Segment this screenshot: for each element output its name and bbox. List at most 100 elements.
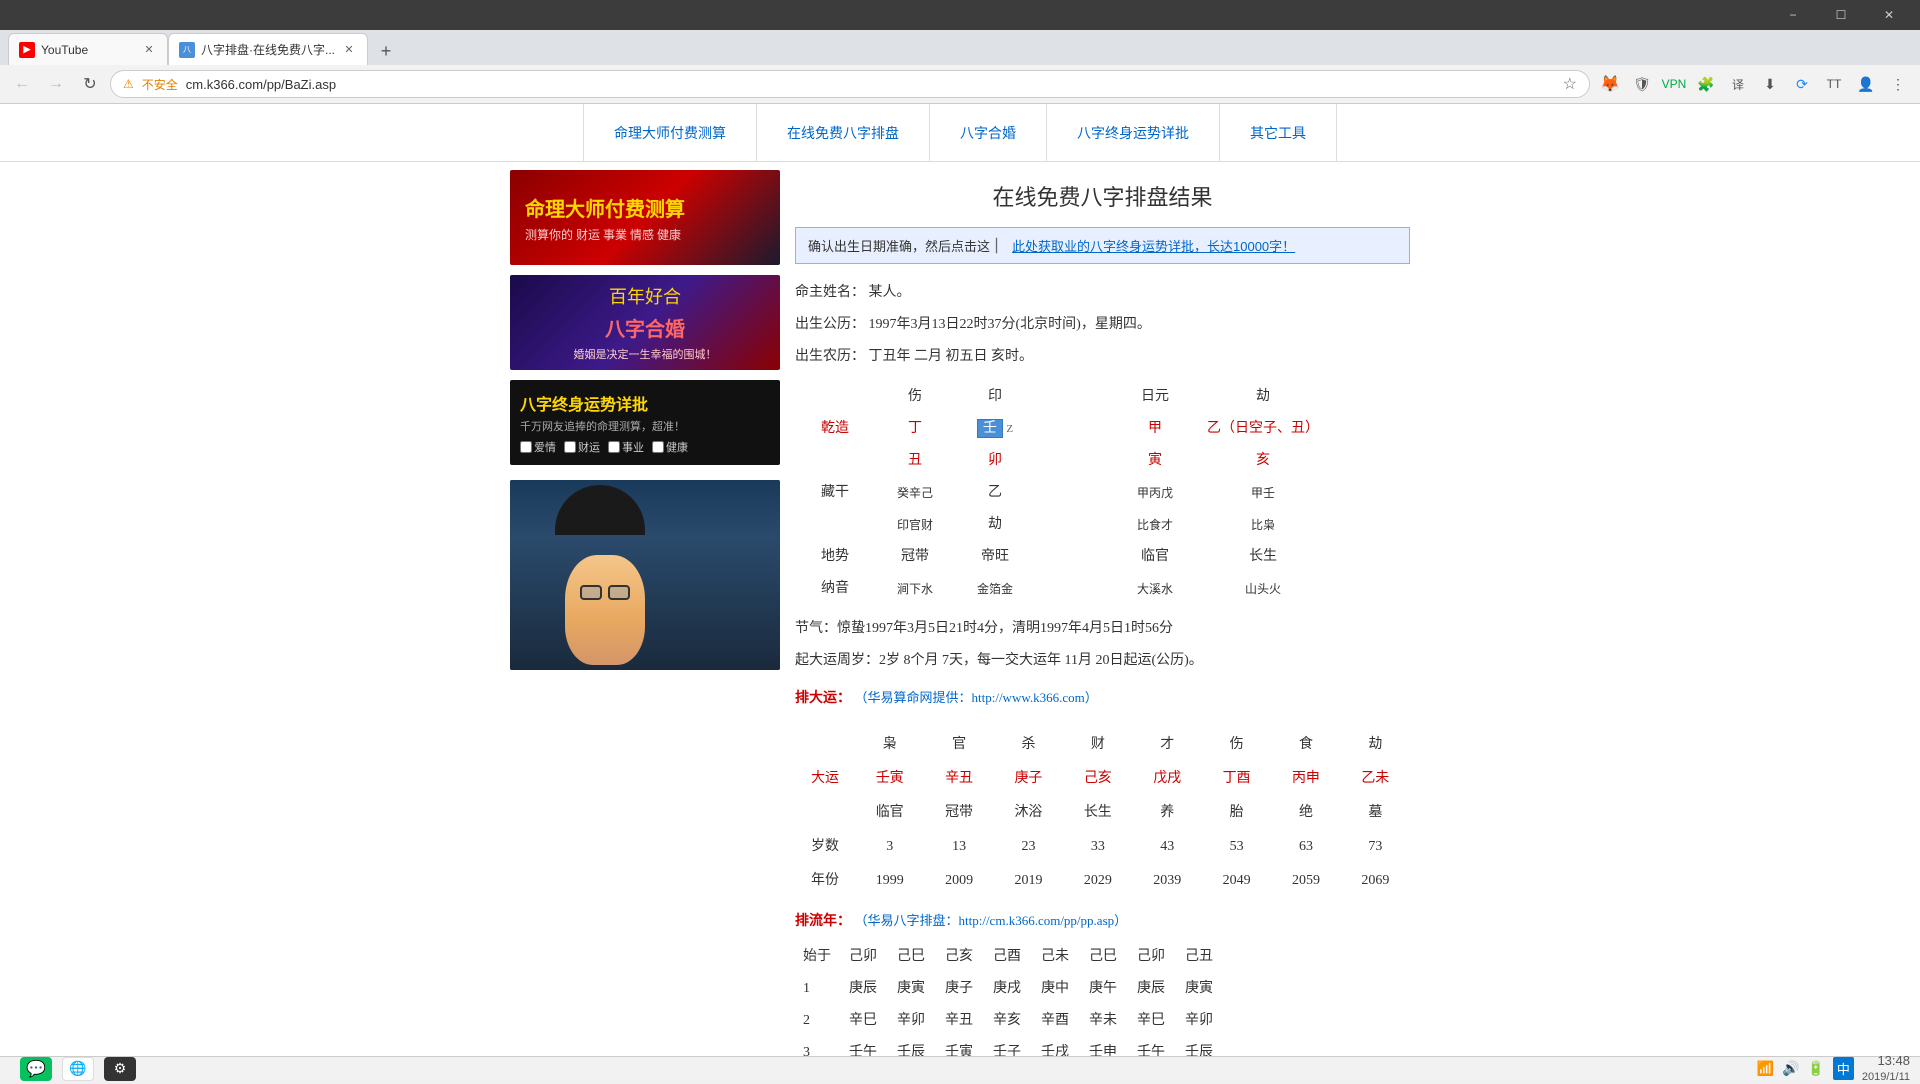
user-icon[interactable]: 👤	[1852, 70, 1880, 98]
wechat-icon[interactable]: 💬	[20, 1057, 52, 1081]
dayun-h4: 财	[1063, 728, 1132, 762]
liunian-r2-7: 辛巳	[1127, 1005, 1175, 1037]
sync-icon[interactable]: ⟳	[1788, 70, 1816, 98]
liunian-r1-num: 1	[795, 973, 839, 1005]
dayun-s7: 绝	[1271, 796, 1340, 830]
bazi-dizhi-empty	[795, 445, 875, 477]
suishu-5: 43	[1133, 830, 1202, 864]
paida-link[interactable]: （华易算命网提供：http://www.k366.com）	[855, 690, 1098, 705]
network-icon: 📶	[1757, 1060, 1774, 1077]
webcam-view	[510, 480, 780, 670]
dayun-v1: 壬寅	[855, 762, 924, 796]
shizhu-4: 己酉	[983, 941, 1031, 973]
nianfen-8: 2069	[1341, 864, 1410, 898]
lang-indicator[interactable]: 中	[1833, 1057, 1854, 1080]
bazi-dz1: 丑	[875, 445, 955, 477]
site-nav-item-4[interactable]: 八字终身运势详批	[1047, 104, 1220, 162]
secure-label: 不安全	[142, 76, 178, 93]
confirm-banner: 确认出生日期准确，然后点击这 ▏ 此处获取业的八字终身运势详批，长达10000字…	[795, 227, 1410, 264]
ad3-check-health[interactable]: 健康	[652, 439, 688, 455]
tab-youtube-close[interactable]: ✕	[141, 42, 157, 58]
webcam-face	[565, 555, 645, 665]
paida-label: 排大运：	[795, 691, 851, 706]
ad2-sub: 八字合婚	[605, 313, 685, 342]
paida-section: 排大运： （华易算命网提供：http://www.k366.com）	[795, 685, 1410, 713]
bazi-tg1: 丁	[875, 413, 955, 445]
reload-button[interactable]: ↻	[76, 70, 104, 98]
dishe-5: 长生	[1195, 541, 1331, 573]
liunian-r2-1: 辛巳	[839, 1005, 887, 1037]
dayun-status-row: 临官 冠带 沐浴 长生 养 胎 绝 墓	[795, 796, 1410, 830]
suishu-7: 63	[1271, 830, 1340, 864]
nayin-empty	[1035, 573, 1115, 605]
back-button[interactable]: ←	[8, 70, 36, 98]
name-value: 某人。	[869, 285, 911, 300]
confirm-link[interactable]: 此处获取业的八字终身运势详批，长达10000字！	[1012, 236, 1295, 255]
solar-label: 出生公历：	[795, 317, 865, 332]
ad3-check-love[interactable]: 爱情	[520, 439, 556, 455]
dayun-v8: 乙未	[1341, 762, 1410, 796]
bazi-h5: 劫	[1195, 381, 1331, 413]
dayun-s2: 冠带	[924, 796, 993, 830]
ad-banner-3[interactable]: 八字终身运势详批 千万网友追捧的命理测算，超准！ 爱情 财运 事业 健康	[510, 380, 780, 465]
shishen-empty2	[1035, 509, 1115, 541]
liunian-r3-8: 壬辰	[1175, 1037, 1223, 1056]
ad3-check-career[interactable]: 事业	[608, 439, 644, 455]
browser-frame: − ☐ ✕ ▶ YouTube ✕ 八 八字排盘·在线免费八字... ✕ + ←…	[0, 0, 1920, 1080]
nianfen-2: 2009	[924, 864, 993, 898]
translate-icon[interactable]: 译	[1724, 70, 1752, 98]
maximize-button[interactable]: ☐	[1818, 0, 1864, 30]
page-title: 在线免费八字排盘结果	[795, 180, 1410, 212]
suishu-label: 岁数	[795, 830, 855, 864]
nav-bar: ← → ↻ ⚠ 不安全 cm.k366.com/pp/BaZi.asp ☆ 🦊 …	[0, 65, 1920, 104]
ad-banner-2[interactable]: 百年好合 八字合婚 婚姻是决定一生幸福的围城！	[510, 275, 780, 370]
bazi-tg2: 壬 Z	[955, 413, 1035, 445]
dayun-header-row: 枭 官 杀 财 才 伤 食 劫	[795, 728, 1410, 762]
chrome-icon[interactable]: 🌐	[62, 1057, 94, 1081]
ad3-check-wealth[interactable]: 财运	[564, 439, 600, 455]
new-tab-button[interactable]: +	[372, 37, 400, 65]
forward-button[interactable]: →	[42, 70, 70, 98]
close-button[interactable]: ✕	[1866, 0, 1912, 30]
dayun-spad	[795, 796, 855, 830]
site-nav-item-3[interactable]: 八字合婚	[930, 104, 1047, 162]
tab-bazi-label: 八字排盘·在线免费八字...	[201, 41, 335, 58]
liunian-r2-2: 辛卯	[887, 1005, 935, 1037]
nianfen-4: 2029	[1063, 864, 1132, 898]
tab-bazi-close[interactable]: ✕	[341, 42, 357, 58]
shield-icon[interactable]: 🛡	[1628, 70, 1656, 98]
minimize-button[interactable]: −	[1770, 0, 1816, 30]
bookmark-icon[interactable]: ☆	[1563, 74, 1577, 94]
puzzle-icon[interactable]: 🧩	[1692, 70, 1720, 98]
shizhu-row: 始于 己卯 己巳 己亥 己酉 己未 己巳 己卯 己丑	[795, 941, 1223, 973]
dayun-values-row: 大运 壬寅 辛丑 庚子 己亥 戊戌 丁酉 丙申 乙未	[795, 762, 1410, 796]
canggan-empty	[1035, 477, 1115, 509]
dishe-1: 冠带	[875, 541, 955, 573]
extensions-icon[interactable]: 🦊	[1596, 70, 1624, 98]
time-display: 13:48	[1862, 1053, 1910, 1070]
address-bar[interactable]: ⚠ 不安全 cm.k366.com/pp/BaZi.asp ☆	[110, 70, 1590, 98]
ad-banner-1[interactable]: 命理大师付费测算 测算你的 财运 事業 情感 健康	[510, 170, 780, 265]
tiktok-icon[interactable]: TT	[1820, 70, 1848, 98]
liunian-table: 始于 己卯 己巳 己亥 己酉 己未 己巳 己卯 己丑	[795, 941, 1223, 1056]
nianfen-3: 2019	[994, 864, 1063, 898]
nayin-row: 纳音 涧下水 金箔金 大溪水 山头火	[795, 573, 1331, 605]
clock: 13:48 2019/1/11	[1862, 1053, 1910, 1084]
liunian-r1-2: 庚寅	[887, 973, 935, 1005]
site-nav-item-5[interactable]: 其它工具	[1220, 104, 1337, 162]
site-nav-item-1[interactable]: 命理大师付费测算	[583, 104, 757, 162]
download-icon[interactable]: ⬇	[1756, 70, 1784, 98]
tab-youtube[interactable]: ▶ YouTube ✕	[8, 33, 168, 65]
liunian-row-3: 3 壬午 壬辰 壬寅 壬子 壬戌 壬申 壬午 壬辰	[795, 1037, 1223, 1056]
tab-bazi[interactable]: 八 八字排盘·在线免费八字... ✕	[168, 33, 368, 65]
liunian-link[interactable]: （华易八字排盘：http://cm.k366.com/pp/pp.asp）	[855, 913, 1128, 928]
settings-icon[interactable]: ⚙	[104, 1057, 136, 1081]
dayun-table: 枭 官 杀 财 才 伤 食 劫 大运 壬寅	[795, 728, 1410, 898]
sidebar: 命理大师付费测算 测算你的 财运 事業 情感 健康 百年好合 八字合婚 婚姻是决…	[510, 170, 780, 1056]
liunian-r1-6: 庚午	[1079, 973, 1127, 1005]
site-nav-item-2[interactable]: 在线免费八字排盘	[757, 104, 930, 162]
bazi-tg4: 甲	[1115, 413, 1195, 445]
dayun-start-text: 起大运周岁：2岁 8个月 7天，每一交大运年 11月 20日起运(公历)。	[795, 647, 1410, 675]
vpn-icon[interactable]: VPN	[1660, 70, 1688, 98]
menu-icon[interactable]: ⋮	[1884, 70, 1912, 98]
